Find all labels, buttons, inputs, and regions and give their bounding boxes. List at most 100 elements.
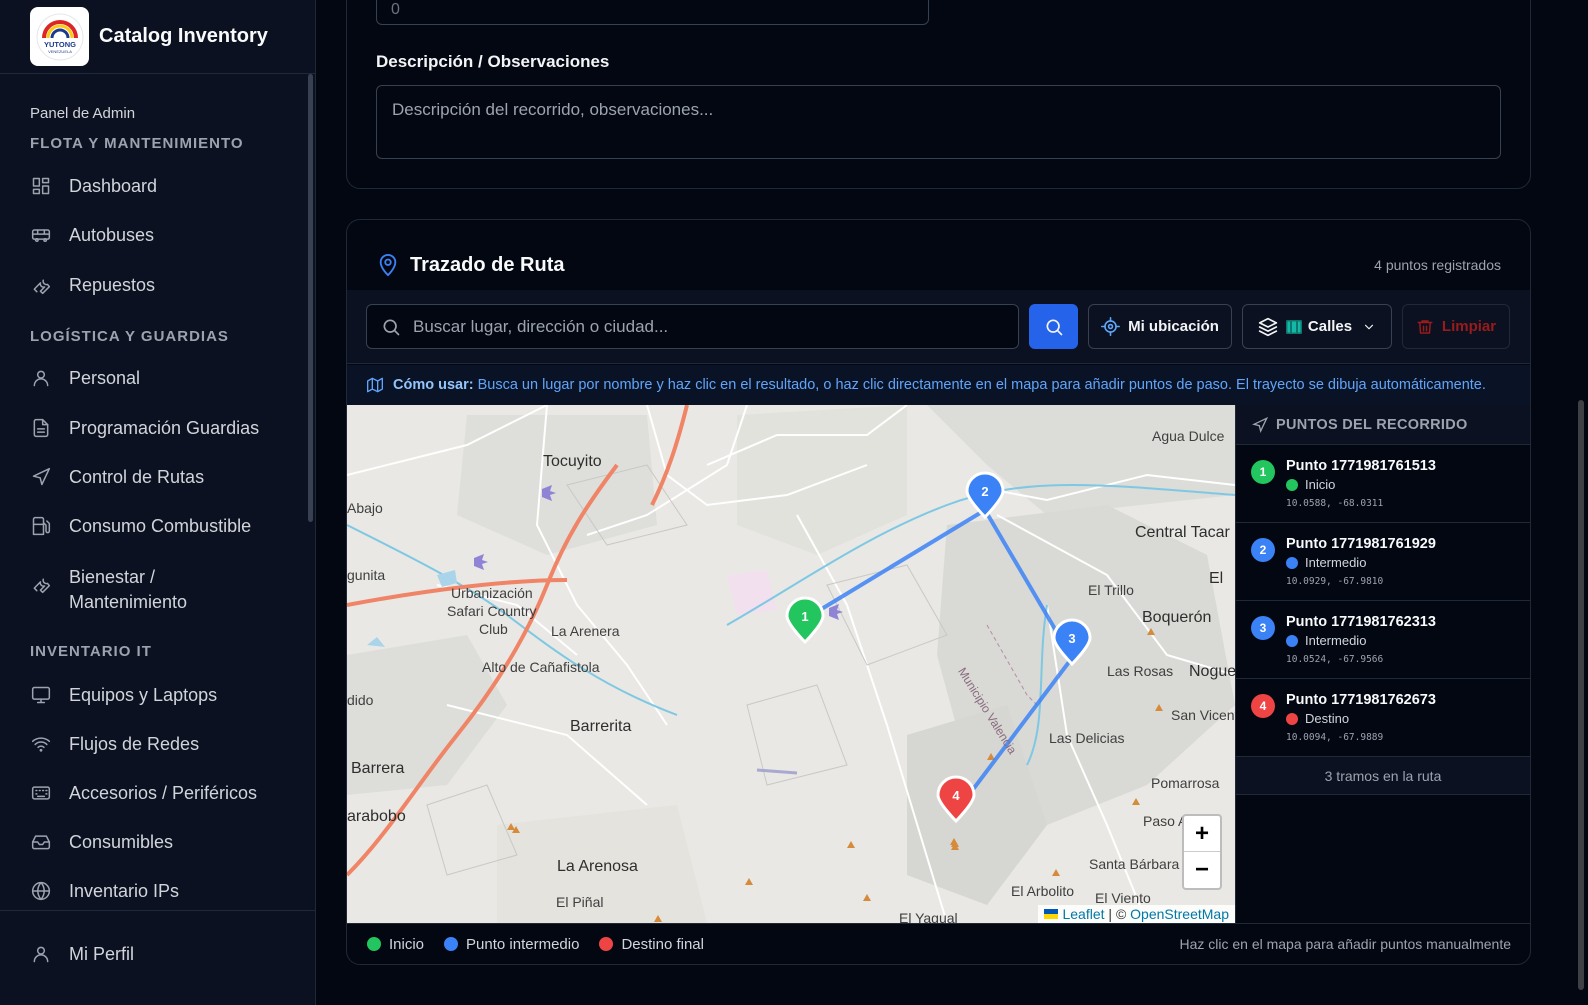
keyboard-icon <box>30 782 52 804</box>
route-point-item[interactable]: 3 Punto 1771981762313 Intermedio 10.0524… <box>1236 601 1530 679</box>
route-point-item[interactable]: 1 Punto 1771981761513 Inicio 10.0588, -6… <box>1236 445 1530 523</box>
point-number-badge: 4 <box>1251 694 1275 718</box>
fuel-icon <box>30 515 52 537</box>
my-location-label: Mi ubicación <box>1128 318 1219 335</box>
point-number-badge: 1 <box>1251 460 1275 484</box>
svg-text:YUTONG: YUTONG <box>44 40 76 49</box>
map-place: San Vicente <box>1171 707 1235 723</box>
route-map[interactable]: Tocuyito Abajo gunita Urbanización Safar… <box>347 405 1235 923</box>
panel-label: Panel de Admin <box>30 105 136 122</box>
sidebar-item-wellness[interactable]: Bienestar / Mantenimiento <box>30 565 187 615</box>
status-dot <box>1286 478 1298 491</box>
crosshair-icon <box>1101 317 1121 336</box>
sidebar-item-label: Mantenimiento <box>69 592 188 612</box>
sidebar-item-label: Personal <box>69 367 141 388</box>
sidebar-item-guards[interactable]: Programación Guardias <box>30 417 259 439</box>
yutong-logo[interactable]: YUTONG VENEZUELA <box>30 7 89 66</box>
sidebar-item-profile[interactable]: Mi Perfil <box>30 943 134 965</box>
sidebar-item-label: Repuestos <box>69 274 156 295</box>
app-root: YUTONG VENEZUELA Catalog Inventory Panel… <box>0 0 1588 1005</box>
sidebar-item-ips[interactable]: Inventario IPs <box>30 880 179 902</box>
sidebar-item-label: Programación Guardias <box>69 417 260 438</box>
section-label-logistics: LOGÍSTICA Y GUARDIAS <box>30 328 229 345</box>
sidebar-item-routes[interactable]: Control de Rutas <box>30 466 204 488</box>
sidebar-item-parts[interactable]: Repuestos <box>30 274 155 296</box>
point-role-label: Intermedio <box>1305 633 1367 648</box>
map-layer-select[interactable]: Calles <box>1242 304 1392 349</box>
help-banner: Cómo usar: Busca un lugar por nombre y h… <box>347 365 1530 405</box>
globe-icon <box>30 880 52 902</box>
app-title: Catalog Inventory <box>99 25 268 47</box>
map-place: El Piñal <box>556 894 604 910</box>
sidebar-item-personal[interactable]: Personal <box>30 367 140 389</box>
points-header: PUNTOS DEL RECORRIDO <box>1236 405 1530 445</box>
sidebar-item-fuel[interactable]: Consumo Combustible <box>30 515 251 537</box>
map-place: Boquerón <box>1142 609 1212 626</box>
description-textarea[interactable]: Descripción del recorrido, observaciones… <box>376 85 1501 159</box>
point-role: Inicio <box>1286 477 1335 492</box>
legend-dot <box>367 937 381 951</box>
zoom-in-button[interactable]: + <box>1184 816 1220 852</box>
sidebar-item-label: Inventario IPs <box>69 880 180 901</box>
sidebar-item-consumables[interactable]: Consumibles <box>30 831 173 853</box>
point-role-label: Intermedio <box>1305 555 1367 570</box>
map-place: El Trillo <box>1088 582 1134 598</box>
sidebar-item-label: Dashboard <box>69 175 158 196</box>
clear-button[interactable]: Limpiar <box>1402 304 1510 349</box>
number-input[interactable]: 0 <box>376 0 929 25</box>
search-icon <box>383 319 400 335</box>
sidebar-item-dashboard[interactable]: Dashboard <box>30 175 157 197</box>
place-search-input[interactable]: Buscar lugar, dirección o ciudad... <box>366 304 1019 349</box>
sidebar-item-accessories[interactable]: Accesorios / Periféricos <box>30 782 257 804</box>
point-role: Intermedio <box>1286 633 1366 648</box>
map-layer-label: Calles <box>1307 318 1353 335</box>
point-name: Punto 1771981762673 <box>1286 692 1436 708</box>
sidebar-item-networks[interactable]: Flujos de Redes <box>30 733 199 755</box>
help-text: Busca un lugar por nombre y haz clic en … <box>477 377 1486 393</box>
map-place: Paso A <box>1143 813 1188 829</box>
page-scrollbar[interactable] <box>1578 400 1584 990</box>
point-name: Punto 1771981761929 <box>1286 536 1436 552</box>
brand-header: YUTONG VENEZUELA Catalog Inventory <box>0 0 315 74</box>
marker-2[interactable]: 2 <box>964 471 1006 519</box>
marker-4[interactable]: 4 <box>935 775 977 823</box>
dashboard-icon <box>30 175 52 197</box>
osm-link[interactable]: OpenStreetMap <box>1130 906 1229 922</box>
legend-waypoint: Punto intermedio <box>444 936 579 953</box>
route-point-item[interactable]: 2 Punto 1771981761929 Intermedio 10.0929… <box>1236 523 1530 601</box>
legend-start: Inicio <box>367 936 424 953</box>
legend-dot <box>599 937 614 951</box>
my-location-button[interactable]: Mi ubicación <box>1088 304 1232 349</box>
map-place: Barrerita <box>570 718 632 735</box>
trash-icon <box>1417 319 1433 334</box>
marker-1[interactable]: 1 <box>784 596 826 644</box>
clear-label: Limpiar <box>1441 318 1497 335</box>
map-pin-icon <box>379 254 397 277</box>
sidebar-item-label: Mi Perfil <box>69 943 135 964</box>
map-place: El Arbolito <box>1011 883 1075 899</box>
map-icon <box>1285 319 1302 334</box>
leaflet-link[interactable]: Leaflet <box>1062 906 1104 922</box>
zoom-out-button[interactable]: − <box>1184 852 1220 888</box>
marker-2-number: 2 <box>981 484 988 499</box>
map-place: Barrera <box>351 760 405 777</box>
sidebar-scrollbar[interactable] <box>308 74 313 522</box>
user-icon <box>30 943 52 965</box>
svg-text:VENEZUELA: VENEZUELA <box>48 49 72 54</box>
search-button[interactable] <box>1029 304 1078 349</box>
sidebar-item-label: Consumibles <box>69 831 174 852</box>
points-count: 4 puntos registrados <box>1374 257 1501 273</box>
sidebar-item-equipment[interactable]: Equipos y Laptops <box>30 684 217 706</box>
map-place: gunita <box>347 567 386 583</box>
route-point-item[interactable]: 4 Punto 1771981762673 Destino 10.0094, -… <box>1236 679 1530 757</box>
section-label-fleet: FLOTA Y MANTENIMIENTO <box>30 135 244 152</box>
sidebar-item-label: Flujos de Redes <box>69 733 200 754</box>
points-header-label: PUNTOS DEL RECORRIDO <box>1276 416 1468 433</box>
attribution-separator: | © <box>1104 906 1131 922</box>
marker-3[interactable]: 3 <box>1051 618 1093 666</box>
point-role-label: Inicio <box>1305 477 1336 492</box>
document-icon <box>30 417 52 439</box>
user-icon <box>30 367 52 389</box>
sidebar-item-buses[interactable]: Autobuses <box>30 224 154 246</box>
map-place: Urbanización <box>451 585 533 601</box>
